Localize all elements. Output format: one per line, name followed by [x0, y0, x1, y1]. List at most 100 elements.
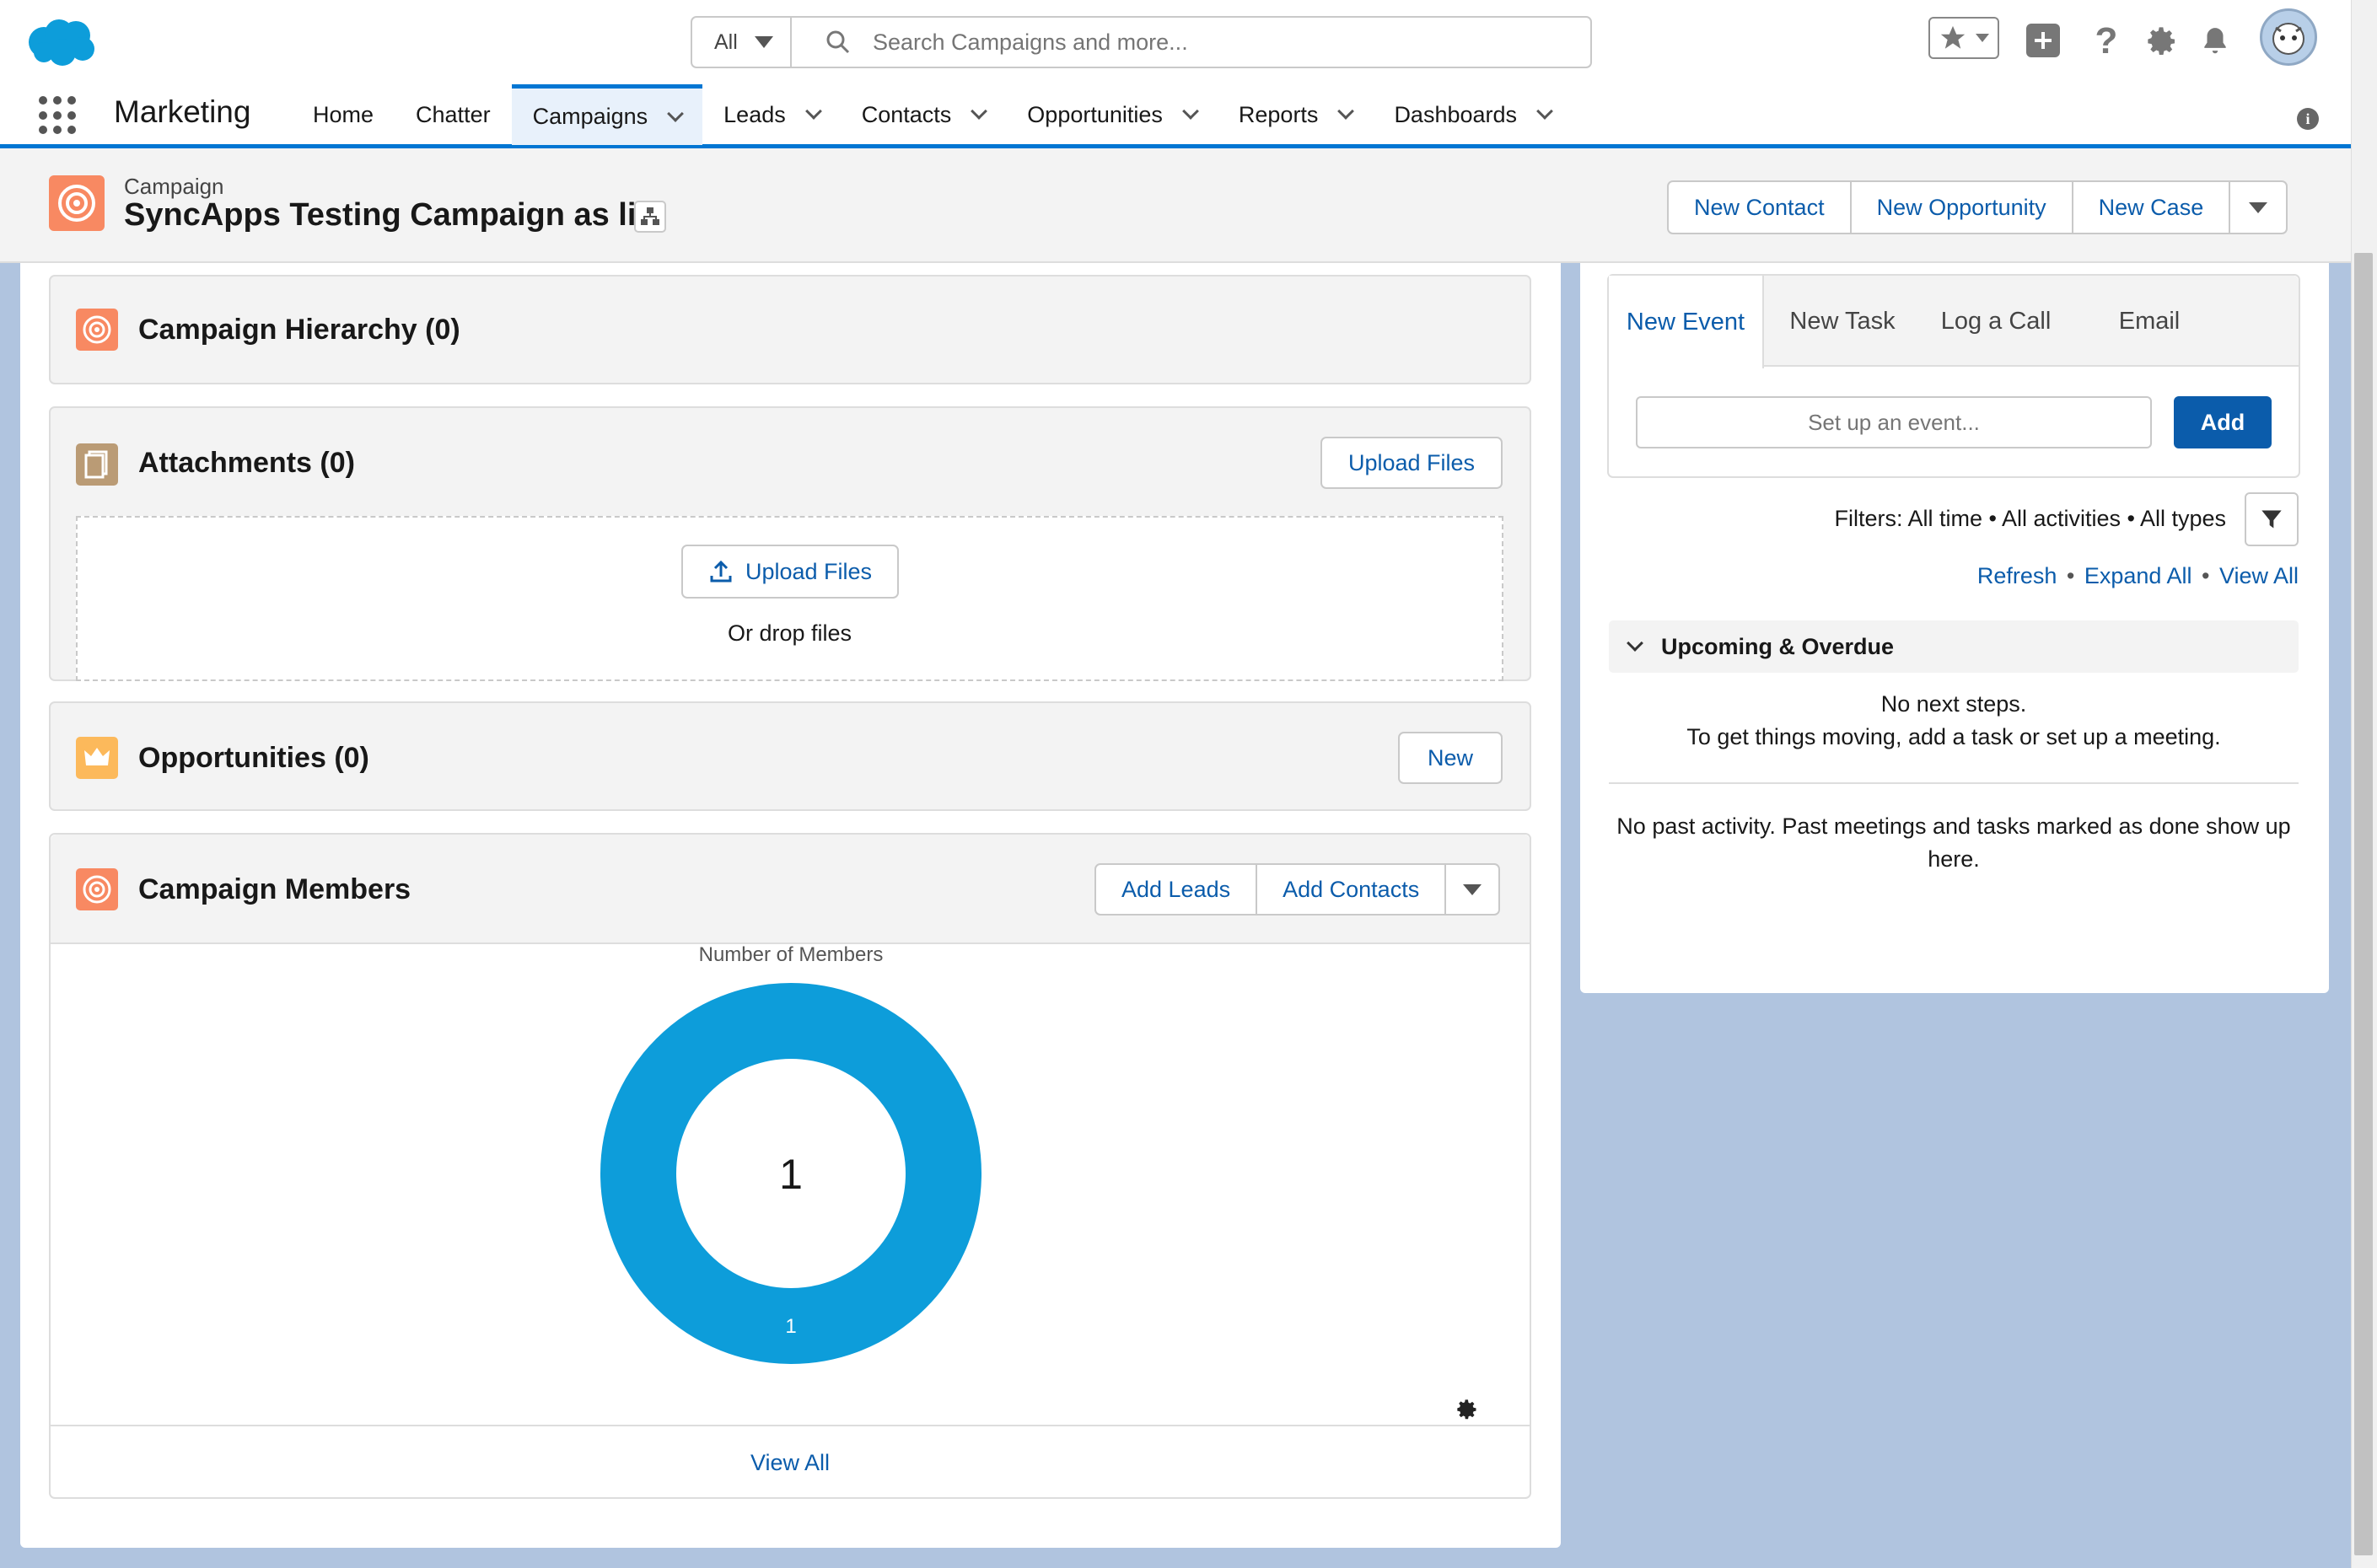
- card-title[interactable]: Campaign Hierarchy (0): [138, 314, 460, 346]
- divider: [1609, 782, 2299, 784]
- chevron-down-icon[interactable]: [1536, 103, 1553, 120]
- upcoming-overdue-section[interactable]: Upcoming & Overdue: [1609, 620, 2299, 673]
- no-next-steps-text: No next steps.: [1880, 691, 2027, 717]
- search-scope-select[interactable]: All: [692, 18, 792, 67]
- activity-links: Refresh • Expand All • View All: [1976, 563, 2299, 588]
- add-event-button[interactable]: Add: [2174, 396, 2272, 448]
- campaign-icon: [76, 309, 118, 351]
- campaign-hierarchy-card: Campaign Hierarchy (0): [49, 275, 1531, 384]
- nav-label: Reports: [1238, 101, 1319, 127]
- scrollbar-thumb[interactable]: [2354, 253, 2373, 1555]
- user-avatar[interactable]: [2260, 8, 2317, 66]
- tab-email[interactable]: Email: [2073, 276, 2226, 367]
- favorites-menu-icon: [1976, 34, 1989, 42]
- new-opportunity-button[interactable]: New: [1398, 732, 1503, 784]
- more-actions-button[interactable]: [2230, 182, 2286, 233]
- chevron-down-icon[interactable]: [971, 103, 988, 120]
- app-name: Marketing: [114, 94, 251, 129]
- upload-files-label: Upload Files: [745, 558, 873, 584]
- nav-label: Contacts: [861, 101, 952, 127]
- nav-label: Opportunities: [1027, 101, 1163, 127]
- caret-down-icon: [2249, 201, 2268, 213]
- global-header: All ? Marketing Home Chatter Campaigns L…: [0, 0, 2351, 148]
- opportunities-card: Opportunities (0) New: [49, 701, 1531, 811]
- new-case-button[interactable]: New Case: [2073, 182, 2231, 233]
- add-leads-button[interactable]: Add Leads: [1096, 865, 1258, 914]
- astro-avatar-icon: [2272, 23, 2304, 55]
- nav-bar: Home Chatter Campaigns Leads Contacts Op…: [292, 84, 1572, 145]
- event-subject-input[interactable]: [1636, 396, 2152, 448]
- nav-label: Campaigns: [532, 104, 648, 129]
- add-contacts-button[interactable]: Add Contacts: [1257, 865, 1447, 914]
- nav-item-opportunities[interactable]: Opportunities: [1006, 84, 1218, 145]
- global-create-button[interactable]: [2026, 24, 2060, 57]
- members-actions: Add Leads Add Contacts: [1094, 863, 1501, 916]
- nav-item-contacts[interactable]: Contacts: [841, 84, 1007, 145]
- chevron-down-icon[interactable]: [1181, 103, 1199, 120]
- donut-center-total: 1: [779, 1151, 803, 1198]
- global-search: All: [691, 16, 1592, 68]
- tab-log-a-call[interactable]: Log a Call: [1919, 276, 2073, 367]
- chevron-down-icon[interactable]: [667, 105, 685, 122]
- crown-icon: [76, 737, 118, 779]
- nav-label: Home: [313, 101, 374, 127]
- drop-files-text: Or drop files: [727, 620, 852, 646]
- more-actions-button[interactable]: [1446, 865, 1498, 914]
- card-title[interactable]: Opportunities (0): [138, 742, 369, 775]
- card-title[interactable]: Attachments (0): [138, 447, 355, 480]
- record-title: SyncApps Testing Campaign as list: [124, 197, 665, 233]
- nav-item-campaigns[interactable]: Campaigns: [511, 84, 703, 145]
- nav-item-home[interactable]: Home: [292, 84, 395, 145]
- tab-new-event[interactable]: New Event: [1609, 276, 1764, 368]
- no-past-activity-text-2: here.: [1928, 846, 1980, 872]
- nav-item-chatter[interactable]: Chatter: [395, 84, 512, 145]
- chevron-down-icon: [1627, 635, 1643, 652]
- chevron-down-icon[interactable]: [1337, 103, 1355, 120]
- nav-label: Dashboards: [1394, 101, 1518, 127]
- nav-item-reports[interactable]: Reports: [1218, 84, 1374, 145]
- new-contact-button[interactable]: New Contact: [1669, 182, 1852, 233]
- no-next-steps-hint: To get things moving, add a task or set …: [1686, 724, 2221, 749]
- upload-files-button[interactable]: Upload Files: [1320, 437, 1503, 489]
- section-title: Upcoming & Overdue: [1661, 633, 1895, 659]
- caret-down-icon: [1463, 883, 1482, 895]
- slice-value-label: 1: [785, 1315, 796, 1338]
- refresh-link[interactable]: Refresh: [1977, 563, 2057, 588]
- info-icon[interactable]: i: [2297, 108, 2319, 130]
- hierarchy-icon: [641, 207, 659, 225]
- setup-gear-icon[interactable]: [2143, 17, 2181, 66]
- notifications-bell-icon[interactable]: [2197, 17, 2234, 66]
- record-type-label: Campaign: [124, 174, 224, 199]
- nav-item-dashboards[interactable]: Dashboards: [1373, 84, 1572, 145]
- favorites-button[interactable]: [1928, 17, 1999, 59]
- chart-settings-gear-icon[interactable]: [1455, 1398, 1479, 1421]
- app-launcher-icon[interactable]: [39, 96, 78, 135]
- new-opportunity-button[interactable]: New Opportunity: [1852, 182, 2073, 233]
- help-icon[interactable]: ?: [2089, 17, 2123, 66]
- tab-new-task[interactable]: New Task: [1766, 276, 1919, 367]
- campaign-icon: [49, 175, 105, 231]
- plus-icon: [2035, 32, 2052, 49]
- card-title[interactable]: Campaign Members: [138, 873, 411, 906]
- search-input[interactable]: [873, 29, 1564, 56]
- upload-files-button[interactable]: Upload Files: [681, 545, 899, 599]
- file-drop-zone[interactable]: Upload Files Or drop files: [76, 516, 1503, 681]
- expand-all-link[interactable]: Expand All: [2084, 563, 2192, 588]
- search-icon: [826, 30, 850, 54]
- search-scope-label: All: [714, 30, 738, 54]
- nav-label: Leads: [723, 101, 786, 127]
- campaign-member-icon: [76, 868, 118, 910]
- view-all-link[interactable]: View All: [2219, 563, 2299, 588]
- view-hierarchy-button[interactable]: [634, 201, 666, 233]
- chevron-down-icon[interactable]: [804, 103, 822, 120]
- activity-filters-text: Filters: All time • All activities • All…: [1834, 506, 2226, 531]
- activity-composer: New Event New Task Log a Call Email Add: [1607, 274, 2300, 478]
- members-donut-chart: Number of Members 1 1: [600, 944, 981, 1364]
- salesforce-logo-icon[interactable]: [25, 17, 98, 67]
- star-icon: [1940, 25, 1966, 49]
- filter-button[interactable]: [2245, 492, 2299, 546]
- view-all-members-link[interactable]: View All: [51, 1425, 1530, 1499]
- nav-item-leads[interactable]: Leads: [702, 84, 841, 145]
- attachment-file-icon: [76, 443, 118, 486]
- chart-title: Number of Members: [699, 944, 884, 966]
